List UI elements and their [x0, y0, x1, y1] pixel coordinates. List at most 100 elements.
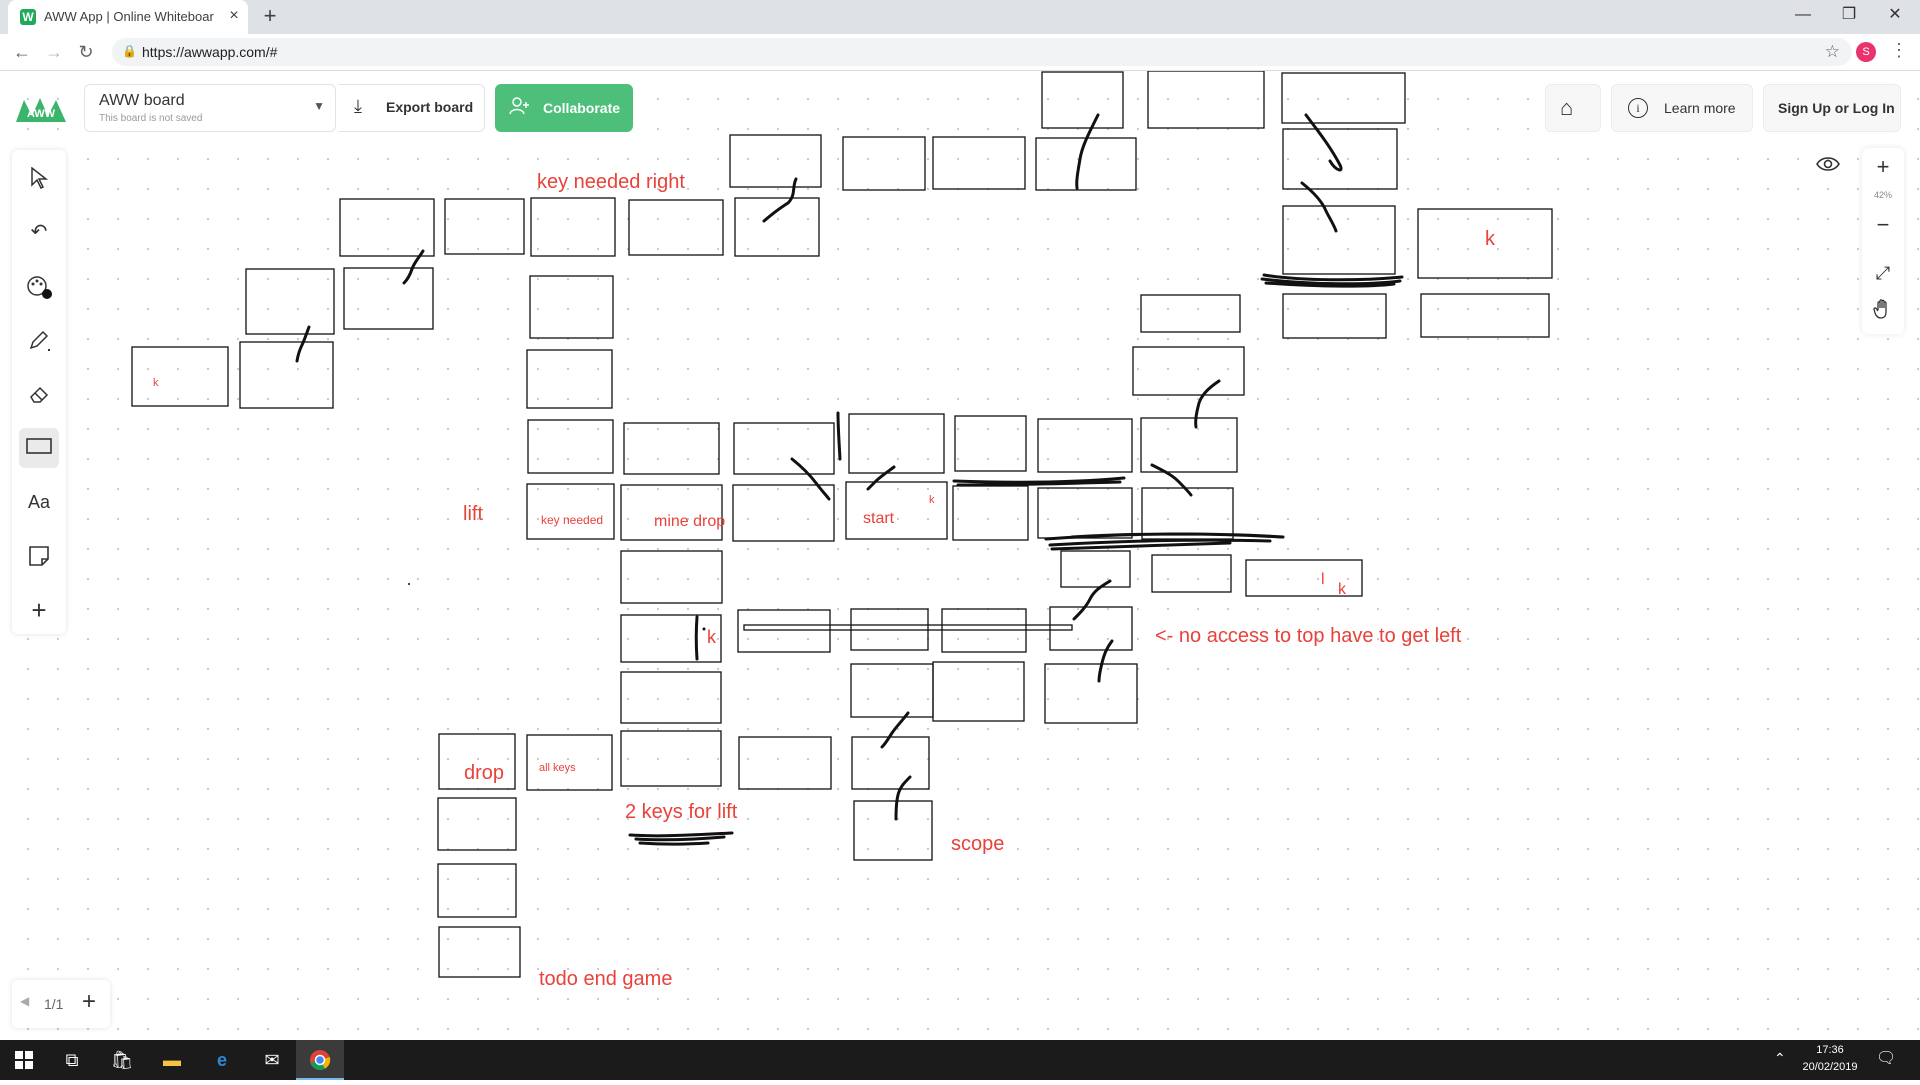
- add-icon[interactable]: +: [19, 590, 59, 630]
- rect: [851, 736, 930, 790]
- rect: [842, 136, 926, 191]
- restore-icon[interactable]: ❐: [1826, 0, 1872, 30]
- forward-arrow-icon[interactable]: →: [42, 40, 66, 64]
- rect: [932, 136, 1026, 190]
- rect: [737, 609, 831, 653]
- back-arrow-icon[interactable]: ←: [10, 40, 34, 64]
- taskbar-time[interactable]: 17:36: [1800, 1044, 1860, 1056]
- board-text: all keys: [539, 762, 576, 774]
- board-text: k: [1338, 581, 1346, 598]
- rect: [530, 197, 616, 257]
- rect: [620, 550, 723, 604]
- pen-stroke: [894, 775, 912, 821]
- previous-page-icon[interactable]: ◀: [20, 994, 29, 1008]
- export-board-label: Export board: [386, 99, 474, 115]
- pen-stroke: [762, 177, 798, 223]
- rect: [729, 134, 822, 188]
- text-tool-icon[interactable]: Aa: [19, 482, 59, 522]
- eye-icon[interactable]: [1810, 148, 1846, 184]
- sign-up-login-label: Sign Up or Log In: [1778, 100, 1895, 116]
- learn-more-label: Learn more: [1664, 100, 1736, 116]
- board-text: mine drop: [654, 513, 726, 530]
- edge-browser-icon[interactable]: e: [198, 1040, 246, 1080]
- pen-stroke: [880, 711, 910, 749]
- rect: [438, 926, 521, 978]
- export-board-button[interactable]: ⤓ Export board: [338, 84, 485, 132]
- browser-tab[interactable]: W AWW App | Online Whiteboard f ×: [8, 0, 248, 34]
- rect: [1282, 128, 1398, 190]
- rect: [853, 800, 933, 861]
- board-text: k: [1485, 228, 1495, 250]
- add-page-button[interactable]: +: [82, 990, 96, 1014]
- download-icon: ⤓: [354, 96, 362, 116]
- rect: [848, 413, 945, 474]
- board-text: <- no access to top have to get left: [1155, 625, 1462, 647]
- home-button[interactable]: ⌂: [1545, 84, 1601, 132]
- board-text: key needed: [541, 513, 604, 527]
- window-close-icon[interactable]: ✕: [1872, 0, 1918, 30]
- pen-stroke: [1044, 532, 1285, 551]
- taskbar-date[interactable]: 20/02/2019: [1794, 1061, 1866, 1073]
- add-user-icon: [509, 96, 531, 121]
- whiteboard-canvas[interactable]: key needed right lift key needed mine dr…: [0, 71, 1920, 1039]
- chrome-icon[interactable]: [296, 1040, 344, 1080]
- windows-start-icon[interactable]: [0, 1040, 48, 1080]
- board-text: todo end game: [539, 968, 673, 990]
- rect: [732, 484, 835, 542]
- undo-icon[interactable]: ↶: [19, 212, 59, 252]
- windows-taskbar: ⧉ 🛍 ▬ e ✉ ⌃ 17:36 20/02/2019 🗨: [0, 1040, 1920, 1080]
- file-explorer-icon[interactable]: ▬: [148, 1040, 196, 1080]
- board-text: scope: [951, 833, 1005, 855]
- tab-close-button[interactable]: ×: [224, 6, 244, 26]
- pen-stroke: [1097, 639, 1114, 683]
- color-palette-icon[interactable]: [19, 266, 59, 306]
- task-view-icon[interactable]: ⧉: [48, 1040, 96, 1080]
- bookmark-star-icon[interactable]: ☆: [1825, 42, 1840, 62]
- caret-down-icon[interactable]: ▼: [313, 99, 325, 113]
- rect: [845, 481, 948, 540]
- minimize-icon[interactable]: —: [1780, 0, 1826, 30]
- reload-icon[interactable]: ↻: [74, 40, 98, 64]
- rect: [131, 346, 229, 407]
- aww-logo[interactable]: AWW: [14, 90, 68, 130]
- rect: [1140, 294, 1241, 333]
- rect: [526, 483, 615, 540]
- sign-up-login-button[interactable]: Sign Up or Log In: [1763, 84, 1901, 132]
- pen-stroke: [836, 411, 842, 461]
- sticky-note-icon[interactable]: [19, 536, 59, 576]
- rect: [623, 422, 720, 475]
- new-tab-button[interactable]: +: [258, 5, 282, 29]
- pen-icon[interactable]: [19, 320, 59, 360]
- browser-menu-icon[interactable]: ⋮: [1890, 40, 1908, 61]
- rect: [620, 614, 722, 663]
- rect: [738, 736, 832, 790]
- store-icon[interactable]: 🛍: [98, 1040, 146, 1080]
- board-name-dropdown[interactable]: AWW board This board is not saved ▼: [84, 84, 336, 132]
- url-input[interactable]: 🔒 https://awwapp.com/# ☆: [112, 38, 1852, 66]
- zoom-in-button[interactable]: +: [1862, 152, 1904, 182]
- pen-stroke: [1150, 463, 1193, 497]
- rect: [952, 485, 1029, 541]
- system-tray-chevron-icon[interactable]: ⌃: [1774, 1050, 1786, 1067]
- select-pointer-icon[interactable]: [19, 158, 59, 198]
- aww-favicon-icon: W: [20, 9, 36, 25]
- hand-pan-icon[interactable]: [1862, 298, 1904, 328]
- rect: [1037, 487, 1133, 539]
- rectangle-shape-icon[interactable]: [19, 428, 59, 468]
- learn-more-button[interactable]: i Learn more: [1611, 84, 1753, 132]
- fullscreen-icon[interactable]: ⤢: [1862, 258, 1904, 288]
- rect: [1420, 293, 1550, 338]
- zoom-out-button[interactable]: −: [1862, 210, 1904, 240]
- pen-stroke: [1260, 273, 1404, 288]
- profile-avatar[interactable]: S: [1856, 42, 1876, 62]
- rect: [527, 419, 614, 474]
- mail-icon[interactable]: ✉: [248, 1040, 296, 1080]
- eraser-icon[interactable]: [19, 374, 59, 414]
- address-bar: ← → ↻ 🔒 https://awwapp.com/# ☆ S ⋮: [0, 34, 1920, 71]
- rectangles: [131, 71, 1553, 978]
- pen-dot: [702, 627, 706, 631]
- info-icon: i: [1628, 98, 1648, 118]
- rect: [1035, 137, 1137, 191]
- notification-icon[interactable]: 🗨: [1876, 1048, 1896, 1068]
- collaborate-button[interactable]: Collaborate: [495, 84, 633, 132]
